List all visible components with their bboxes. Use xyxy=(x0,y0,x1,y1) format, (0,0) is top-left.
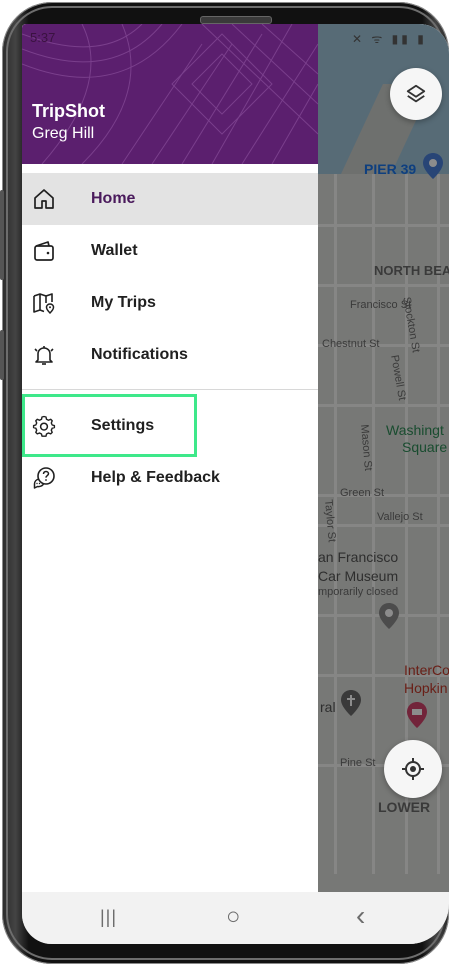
phone-speaker xyxy=(200,16,272,24)
help-chat-icon xyxy=(33,467,55,489)
layers-icon xyxy=(406,84,426,103)
recents-button[interactable]: ||| xyxy=(100,907,117,928)
my-location-button[interactable] xyxy=(384,740,442,798)
volume-button xyxy=(0,190,4,280)
map-pin-icon xyxy=(33,293,55,315)
menu-item-home[interactable]: Home xyxy=(22,173,318,225)
system-navigation-bar: ||| ○ ‹ xyxy=(22,892,449,944)
navigation-drawer: 5:37 TripShot Greg Hill Home Wallet My T… xyxy=(22,24,318,892)
back-button[interactable]: ‹ xyxy=(356,900,365,932)
menu-item-label: Wallet xyxy=(91,242,138,259)
home-button[interactable]: ○ xyxy=(226,903,241,931)
menu-item-my-trips[interactable]: My Trips xyxy=(22,277,318,329)
home-icon xyxy=(34,189,54,209)
app-name: TripShot xyxy=(32,101,105,121)
drawer-header: 5:37 TripShot Greg Hill xyxy=(22,24,318,164)
menu-item-notifications[interactable]: Notifications xyxy=(22,329,318,381)
crosshair-icon xyxy=(402,758,424,780)
menu-item-label: Home xyxy=(91,190,136,207)
status-icons: ✕ ᯤ ▮▮ ▮ xyxy=(352,32,427,46)
layers-button[interactable] xyxy=(390,68,442,120)
menu-item-help-feedback[interactable]: Help & Feedback xyxy=(22,452,318,504)
wallet-icon xyxy=(34,241,54,261)
menu-item-label: Notifications xyxy=(91,346,188,363)
bell-icon xyxy=(34,346,54,365)
power-button xyxy=(0,330,4,380)
menu-item-label: Help & Feedback xyxy=(91,469,220,486)
menu-item-label: My Trips xyxy=(91,294,156,311)
user-name: Greg Hill xyxy=(32,125,95,142)
status-time: 5:37 xyxy=(30,30,56,45)
settings-highlight-box xyxy=(22,394,197,457)
menu-divider xyxy=(22,389,318,390)
header-pattern xyxy=(22,24,318,164)
menu-item-wallet[interactable]: Wallet xyxy=(22,225,318,277)
screen: PIER 39 NORTH BEAC Francisco St Stockton… xyxy=(22,24,449,944)
